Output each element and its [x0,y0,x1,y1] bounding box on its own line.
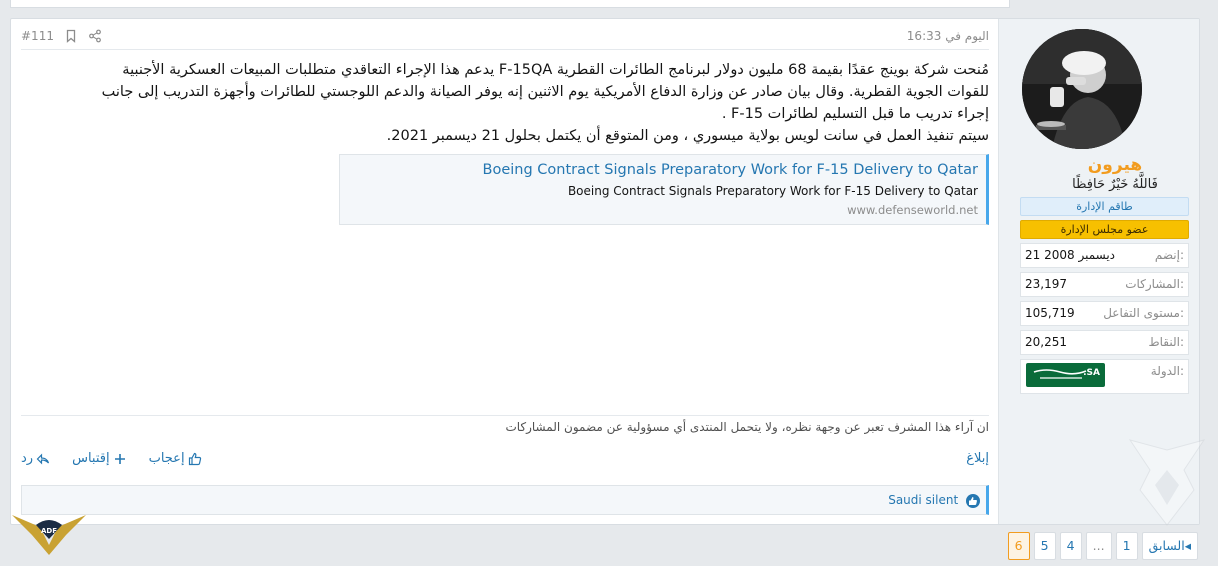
reply-button[interactable]: رد [21,451,50,466]
post-number[interactable]: #111 [21,29,54,43]
forum-logo[interactable]: ADF [10,505,88,563]
svg-text:ADF: ADF [41,527,57,535]
post-footer: إبلاغ إعجاب إقتباس رد [21,451,989,471]
like-button[interactable]: إعجاب [149,451,202,466]
plus-icon [113,452,127,466]
stat-value[interactable]: 20,251 [1025,331,1067,354]
stat-label: الدولة: [1150,364,1184,378]
stat-label: إنضم: [1154,248,1184,262]
pagination-page[interactable]: 4 [1059,532,1082,560]
reactions-bar: Saudi silent [21,485,989,515]
staff-banner: طاقم الإدارة [1020,197,1189,216]
pagination-prev-label: السابق [1148,538,1185,553]
chevron-left-icon: ◂ [1184,538,1191,553]
report-link[interactable]: إبلاغ [966,451,989,466]
like-reaction-icon [966,493,980,508]
avatar[interactable] [1022,29,1142,149]
council-banner: عضو مجلس الإدارة [1020,220,1189,239]
stat-points: النقاط: 20,251 [1020,330,1189,355]
stat-value[interactable]: 23,197 [1025,273,1067,296]
stat-country: الدولة: .SA [1020,359,1189,394]
post-footer-actions: إعجاب إقتباس رد [21,451,202,466]
stat-label: النقاط: [1148,335,1184,349]
link-preview-description: Boeing Contract Signals Preparatory Work… [567,184,978,198]
header-divider [21,49,989,50]
bookmark-icon[interactable] [64,29,78,43]
username[interactable]: هيرون [1031,155,1199,175]
stat-label: مستوى التفاعل: [1103,306,1184,320]
pagination-ellipsis[interactable]: ... [1085,532,1112,560]
body-line: إجراء تدريب ما قبل التسليم لطائرات F-15 … [721,106,989,122]
signature: ان آراء هذا المشرف تعبر عن وجهة نظره، ول… [505,420,989,434]
pagination-current-page: 6 [1007,532,1030,560]
stat-value: 105,719 [1025,306,1075,320]
stat-joined: إنضم: 21 ديسمبر 2008 [1020,243,1189,268]
stat-reactions: مستوى التفاعل: 105,719 [1020,301,1189,326]
signature-divider [21,415,989,416]
body-line: مُنحت شركة بوينج عقدًا بقيمة 68 مليون دو… [122,62,989,78]
previous-post-edge [10,0,1010,8]
like-label: إعجاب [148,451,185,466]
reaction-users-link[interactable]: Saudi silent [888,493,958,507]
post-body: مُنحت شركة بوينج عقدًا بقيمة 68 مليون دو… [37,59,989,147]
post: هيرون فَاللَّهُ خَيْرٌ حَافِظًا طاقم الإ… [10,18,1200,525]
watermark-emblem [1124,430,1210,540]
link-preview-title[interactable]: Boeing Contract Signals Preparatory Work… [348,161,978,179]
stat-label: المشاركات: [1125,277,1184,291]
reply-icon [36,452,50,466]
link-preview-card[interactable]: Boeing Contract Signals Preparatory Work… [339,154,989,225]
flag-code: .SA [1083,368,1100,378]
link-preview-domain: www.defenseworld.net [847,203,978,217]
user-title: فَاللَّهُ خَيْرٌ حَافِظًا [1072,177,1158,192]
quote-label: إقتباس [72,451,110,466]
post-header-actions: #111 [21,29,102,43]
reply-label: رد [21,451,34,466]
thumbs-up-icon [188,452,202,466]
pagination-page[interactable]: 5 [1033,532,1056,560]
country-flag-icon: .SA [1026,363,1105,387]
share-icon[interactable] [88,29,102,43]
body-line: سيتم تنفيذ العمل في سانت لويس بولاية ميس… [386,128,989,144]
stat-posts: المشاركات: 23,197 [1020,272,1189,297]
body-line: للقوات الجوية القطرية. وقال بيان صادر عن… [101,84,989,100]
post-date[interactable]: اليوم في 16:33 [907,29,989,43]
stat-value: 21 ديسمبر 2008 [1025,248,1116,262]
post-header: اليوم في 16:33 #111 [21,29,989,47]
quote-button[interactable]: إقتباس [72,451,127,466]
